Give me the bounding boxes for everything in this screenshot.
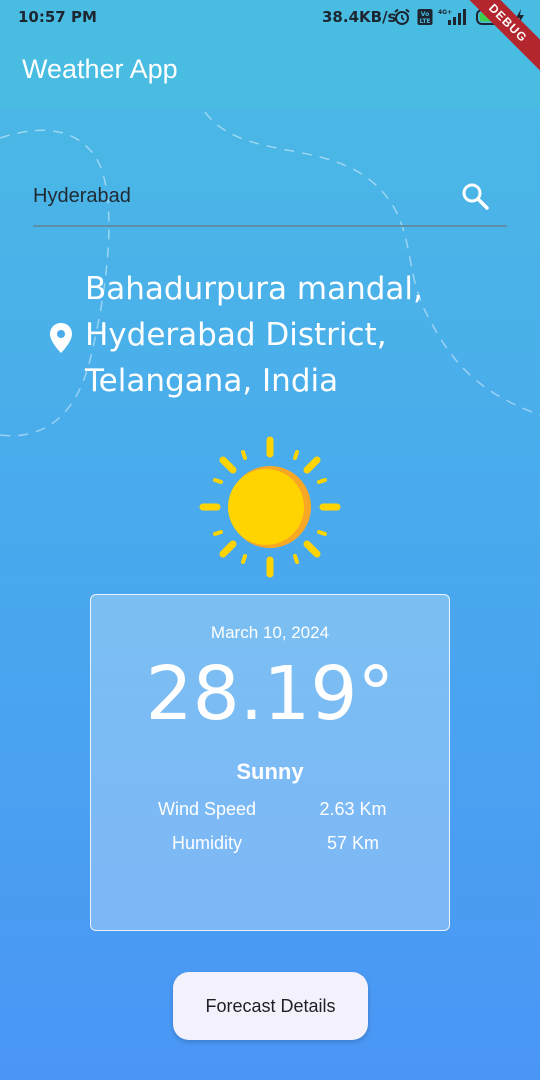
svg-text:Vo: Vo [421,11,429,18]
weather-date: March 10, 2024 [210,623,330,642]
search-icon[interactable] [460,181,490,211]
network-speed: 38.4KB/s [322,8,397,26]
app-bar: Weather App [0,34,540,108]
search-input[interactable] [33,183,433,209]
humidity-row: Humidity 57 Km [91,833,449,857]
signal-icon: 4G+ [438,9,466,25]
status-bar: 10:57 PM 38.4KB/s Vo LTE 4G+ [0,0,540,34]
wind-speed-row: Wind Speed 2.63 Km [91,799,449,823]
svg-text:LTE: LTE [419,18,430,25]
humidity-label: Humidity [171,833,242,853]
app-title: Weather App [22,54,178,84]
svg-text:4G+: 4G+ [438,9,452,16]
temperature: 28.19° [145,651,395,737]
location-pin-icon [50,323,72,353]
volte-icon: Vo LTE [417,9,433,25]
location-line: Bahadurpura mandal, [85,271,423,307]
location-line: Hyderabad District, [85,317,387,353]
alarm-icon [394,8,410,25]
forecast-details-button[interactable]: Forecast Details [173,972,368,1040]
location-line: Telangana, India [85,363,339,399]
weather-card: March 10, 2024 28.19° Sunny Wind Speed 2… [90,594,450,931]
wind-speed-value: 2.63 Km [319,799,387,819]
sun-icon [199,436,341,578]
humidity-value: 57 Km [326,833,380,853]
weather-condition: Sunny [236,759,304,784]
location-name: Bahadurpura mandal, Hyderabad District, … [85,266,485,404]
status-time: 10:57 PM [18,8,97,26]
search-bar [33,170,507,227]
wind-speed-label: Wind Speed [157,799,257,819]
